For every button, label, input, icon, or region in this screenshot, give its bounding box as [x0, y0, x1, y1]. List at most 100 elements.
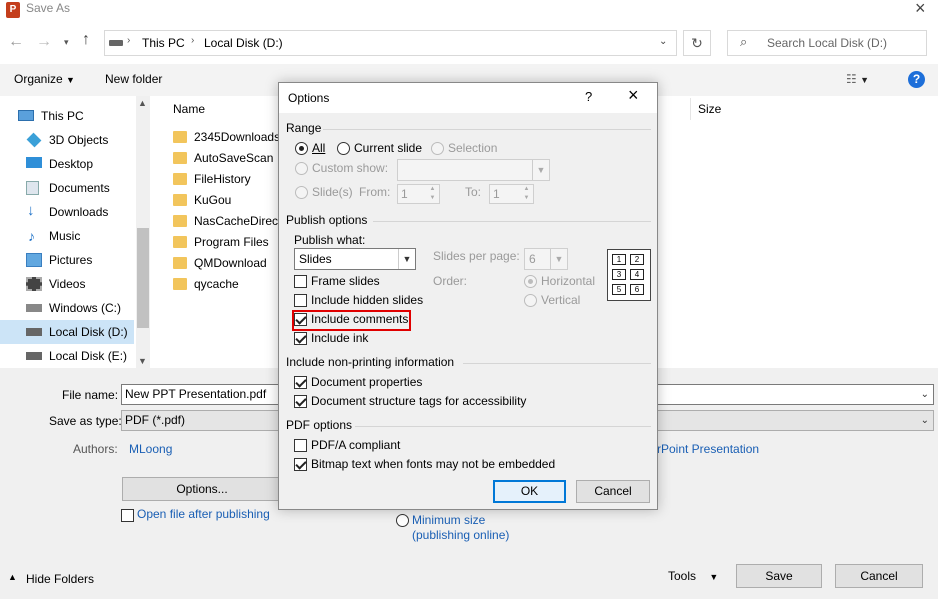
ok-button[interactable]: OK	[493, 480, 566, 503]
minimum-size-label[interactable]: Minimum size	[412, 513, 485, 527]
from-value: 1	[401, 187, 408, 201]
custom-show-radio[interactable]	[295, 162, 308, 175]
nav-item-desktop[interactable]: Desktop	[0, 152, 134, 176]
slides-range-radio[interactable]	[295, 186, 308, 199]
group-divider	[355, 426, 651, 427]
pc-icon	[18, 110, 34, 121]
custom-show-select[interactable]: ▼	[397, 159, 550, 181]
frame-slides-label[interactable]: Frame slides	[311, 274, 380, 288]
up-arrow-icon[interactable]: ↑	[82, 31, 90, 49]
nav-item-pictures[interactable]: Pictures	[0, 248, 134, 272]
filename-label: File name:	[62, 388, 119, 402]
open-after-publishing-checkbox[interactable]	[121, 509, 134, 522]
publish-what-select[interactable]: Slides ▼	[294, 248, 416, 270]
pdfa-compliant-checkbox[interactable]	[294, 439, 307, 452]
organize-button[interactable]: Organize ▼	[14, 72, 75, 86]
range-all-label[interactable]: All	[312, 141, 325, 155]
view-options-icon[interactable]: ☷ ▼	[846, 72, 869, 86]
include-ink-label[interactable]: Include ink	[311, 331, 368, 345]
file-name: qycache	[194, 277, 239, 291]
dialog-help-icon[interactable]: ?	[585, 89, 592, 104]
preview-cell: 3	[612, 269, 626, 280]
back-arrow-icon[interactable]: ←	[8, 33, 24, 51]
nav-item-3d-objects[interactable]: 3D Objects	[0, 128, 134, 152]
breadcrumb-local-disk[interactable]: Local Disk (D:)	[204, 36, 283, 50]
address-dropdown-icon[interactable]: ⌄	[659, 36, 667, 47]
stepper-up-icon[interactable]: ▲	[520, 185, 533, 194]
music-icon: ♪	[28, 228, 35, 244]
group-divider	[373, 221, 651, 222]
stepper-down-icon[interactable]: ▼	[426, 194, 439, 203]
filename-dropdown-icon[interactable]: ⌄	[921, 385, 929, 404]
minimum-size-radio[interactable]	[396, 514, 409, 527]
horizontal-radio[interactable]	[524, 275, 537, 288]
hide-folders-button[interactable]: Hide Folders	[26, 572, 94, 586]
column-header-size[interactable]: Size	[698, 102, 721, 116]
range-all-radio[interactable]	[295, 142, 308, 155]
stepper-up-icon[interactable]: ▲	[426, 185, 439, 194]
type-value: PDF (*.pdf)	[125, 413, 186, 427]
dialog-close-icon[interactable]: ×	[628, 85, 639, 106]
slides-per-page-select[interactable]: 6 ▼	[524, 248, 568, 270]
collapse-chevron-icon[interactable]: ▲	[8, 572, 17, 582]
document-properties-label[interactable]: Document properties	[311, 375, 422, 389]
save-button[interactable]: Save	[736, 564, 822, 588]
bitmap-text-checkbox[interactable]	[294, 458, 307, 471]
nav-item-music[interactable]: ♪ Music	[0, 224, 134, 248]
type-dropdown-icon[interactable]: ⌄	[921, 411, 929, 430]
file-name: QMDownload	[194, 256, 267, 270]
to-stepper[interactable]: 1 ▲ ▼	[489, 184, 534, 204]
nav-item-videos[interactable]: Videos	[0, 272, 134, 296]
refresh-icon[interactable]: ↻	[683, 30, 711, 56]
authors-label: Authors:	[73, 442, 118, 456]
breadcrumb-chevron-icon: ›	[191, 35, 195, 46]
close-icon[interactable]: ×	[915, 0, 926, 19]
horizontal-label: Horizontal	[541, 274, 596, 288]
nav-scroll-thumb[interactable]	[137, 228, 149, 328]
cancel-button[interactable]: Cancel	[835, 564, 923, 588]
current-slide-label[interactable]: Current slide	[354, 141, 422, 155]
scroll-down-icon[interactable]: ▼	[138, 356, 147, 366]
breadcrumb-this-pc[interactable]: This PC	[142, 36, 185, 50]
drive-icon	[109, 40, 123, 46]
tools-button[interactable]: Tools ▼	[668, 569, 718, 583]
folder-icon	[173, 257, 187, 269]
nav-item-downloads[interactable]: ↓ Downloads	[0, 200, 134, 224]
address-bar[interactable]: › This PC › Local Disk (D:) ⌄	[104, 30, 677, 56]
new-folder-button[interactable]: New folder	[105, 72, 162, 86]
include-hidden-label[interactable]: Include hidden slides	[311, 293, 423, 307]
chevron-down-icon: ▼	[550, 249, 567, 269]
dialog-cancel-button[interactable]: Cancel	[576, 480, 650, 503]
column-header-name[interactable]: Name	[173, 102, 205, 116]
nav-item-this-pc[interactable]: This PC	[0, 104, 126, 128]
search-input[interactable]: ⌕ Search Local Disk (D:)	[727, 30, 927, 56]
include-ink-checkbox[interactable]	[294, 332, 307, 345]
forward-arrow-icon[interactable]: →	[36, 33, 52, 51]
structure-tags-checkbox[interactable]	[294, 395, 307, 408]
recent-chevron-down-icon[interactable]: ▾	[64, 37, 69, 48]
stepper-down-icon[interactable]: ▼	[520, 194, 533, 203]
scroll-up-icon[interactable]: ▲	[138, 98, 147, 108]
authors-value[interactable]: MLoong	[129, 442, 172, 456]
nav-item-windows-c[interactable]: Windows (C:)	[0, 296, 134, 320]
document-properties-checkbox[interactable]	[294, 376, 307, 389]
tags-value[interactable]: rPoint Presentation	[657, 442, 759, 456]
frame-slides-checkbox[interactable]	[294, 275, 307, 288]
file-name: Program Files	[194, 235, 269, 249]
open-after-publishing-label[interactable]: Open file after publishing	[137, 507, 270, 521]
include-hidden-checkbox[interactable]	[294, 294, 307, 307]
nav-label: This PC	[41, 109, 84, 123]
structure-tags-label[interactable]: Document structure tags for accessibilit…	[311, 394, 526, 408]
nav-item-local-disk-d[interactable]: Local Disk (D:)	[0, 320, 134, 344]
current-slide-radio[interactable]	[337, 142, 350, 155]
from-stepper[interactable]: 1 ▲ ▼	[397, 184, 440, 204]
nav-item-documents[interactable]: Documents	[0, 176, 134, 200]
nav-label: Videos	[49, 277, 86, 291]
help-icon[interactable]: ?	[908, 71, 925, 88]
nav-item-local-disk-e[interactable]: Local Disk (E:)	[0, 344, 134, 368]
vertical-radio[interactable]	[524, 294, 537, 307]
pdfa-compliant-label[interactable]: PDF/A compliant	[311, 438, 400, 452]
selection-radio[interactable]	[431, 142, 444, 155]
bitmap-text-label[interactable]: Bitmap text when fonts may not be embedd…	[311, 457, 555, 471]
options-button[interactable]: Options...	[122, 477, 282, 501]
